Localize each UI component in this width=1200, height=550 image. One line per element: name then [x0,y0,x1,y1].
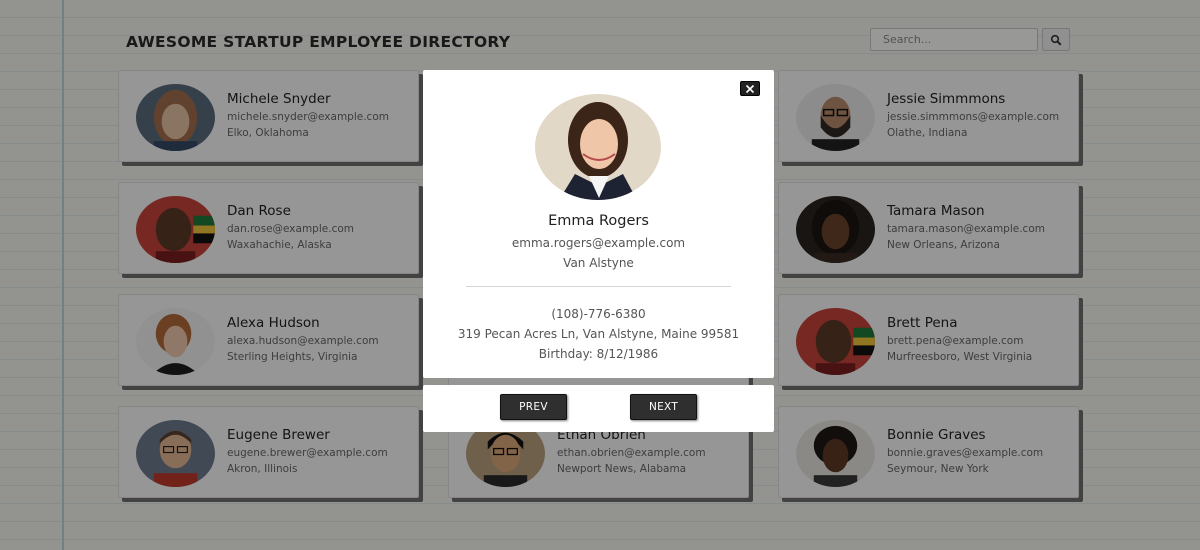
next-button[interactable]: NEXT [630,394,697,420]
close-icon [745,84,755,93]
prev-button[interactable]: PREV [500,394,567,420]
modal-close-button[interactable] [740,81,760,96]
modal-employee-email: emma.rogers@example.com [511,236,686,250]
modal-divider [466,286,731,287]
modal-employee-phone: (108)-776-6380 [551,307,646,321]
modal-navigation: PREV NEXT [423,385,774,432]
modal-employee-city: Van Alstyne [563,256,634,270]
modal-employee-address: 319 Pecan Acres Ln, Van Alstyne, Maine 9… [457,327,740,341]
modal-employee-birthday: Birthday: 8/12/1986 [538,347,659,361]
employee-modal: Emma Rogers emma.rogers@example.com Van … [423,70,774,378]
modal-employee-name: Emma Rogers [548,213,649,229]
modal-avatar [535,94,661,200]
